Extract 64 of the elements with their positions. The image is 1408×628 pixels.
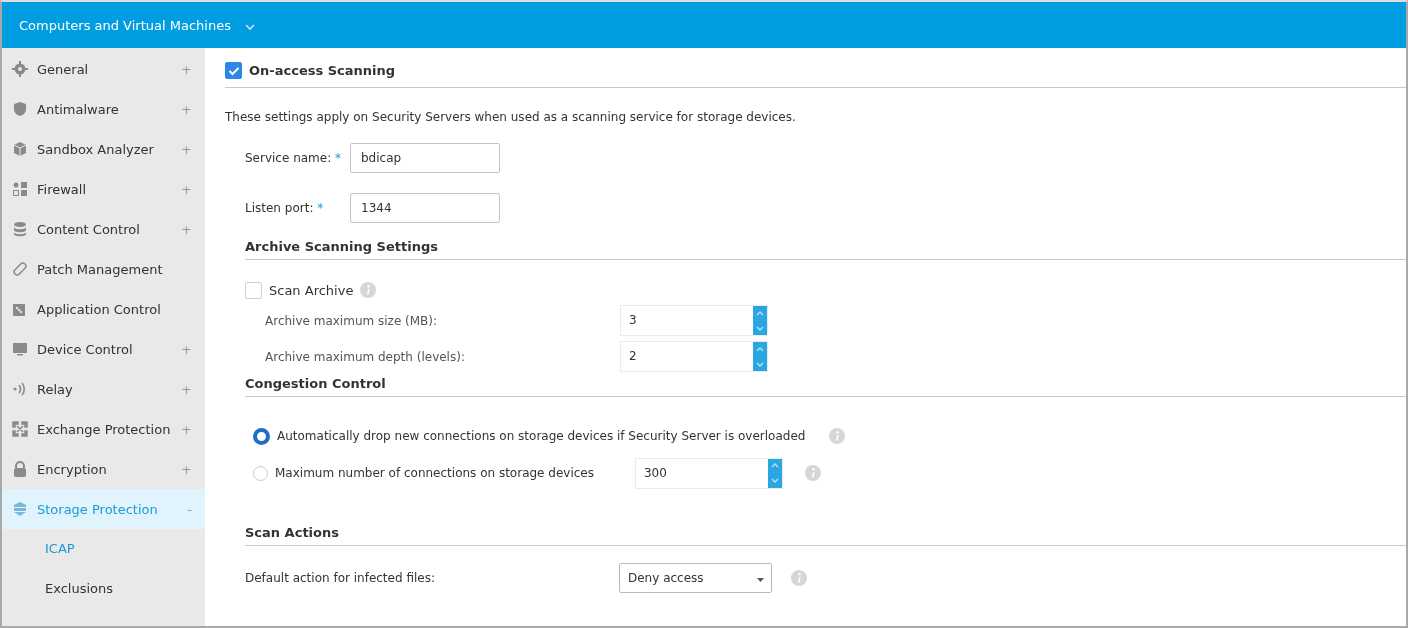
info-icon[interactable] bbox=[805, 465, 821, 481]
radio-label: Maximum number of connections on storage devices bbox=[275, 466, 594, 480]
sidebar-item[interactable]: Application Control bbox=[2, 289, 205, 329]
info-icon[interactable] bbox=[829, 428, 846, 444]
radio-label: Automatically drop new connections on storage devices if Security Server is overloaded bbox=[277, 429, 806, 443]
item-label: Relay bbox=[37, 381, 74, 397]
item-label: Patch Management bbox=[37, 261, 164, 277]
info-icon[interactable] bbox=[360, 282, 377, 298]
arrows-icon bbox=[12, 421, 28, 437]
input-field[interactable]: 1344 bbox=[350, 193, 500, 223]
number-input[interactable]: 3 bbox=[620, 305, 768, 336]
item-label: Exchange Protection bbox=[37, 421, 172, 437]
padlock-icon bbox=[12, 461, 28, 477]
sidebar-item[interactable]: Firewall + bbox=[2, 169, 205, 209]
sidebar-item[interactable]: Sandbox Analyzer + bbox=[2, 129, 205, 169]
description-text: These settings apply on Security Servers when used as a scanning service for storage devices. bbox=[225, 110, 797, 124]
item-label: Storage Protection bbox=[37, 501, 159, 517]
sidebar-item[interactable]: Content Control + bbox=[2, 209, 205, 249]
number-input[interactable]: 300 bbox=[635, 457, 783, 489]
monitor-icon bbox=[12, 341, 28, 357]
blocks-icon bbox=[12, 181, 28, 197]
section-heading: Archive Scanning Settings bbox=[245, 239, 1406, 260]
sidebar-item[interactable]: Relay + bbox=[2, 369, 205, 409]
sidebar-item[interactable]: Encryption + bbox=[2, 449, 205, 489]
sidebar-item[interactable]: Antimalware + bbox=[2, 89, 205, 129]
section-title: Computers and Virtual Machines bbox=[19, 17, 231, 33]
bandage-icon bbox=[12, 261, 28, 277]
dropdown[interactable]: Deny access bbox=[619, 563, 772, 593]
item-label: Sandbox Analyzer bbox=[37, 141, 155, 157]
caret-icon[interactable] bbox=[757, 578, 764, 582]
checkbox-label: Scan Archive bbox=[269, 282, 354, 298]
field-label: Service name: * bbox=[245, 151, 343, 165]
storage-shield-icon bbox=[12, 501, 28, 517]
database-icon bbox=[12, 221, 28, 237]
sidebar-item[interactable]: Exchange Protection + bbox=[2, 409, 205, 449]
cube-icon bbox=[12, 141, 28, 157]
input-field[interactable]: bdicap bbox=[350, 143, 500, 173]
radio-button[interactable] bbox=[253, 427, 270, 445]
checkbox[interactable] bbox=[245, 281, 262, 299]
section-heading: On-access Scanning bbox=[249, 63, 396, 78]
item-label: Content Control bbox=[37, 221, 141, 237]
section-heading: Congestion Control bbox=[245, 376, 1406, 397]
field-label: Default action for infected files: bbox=[245, 571, 436, 585]
item-label: Firewall bbox=[37, 181, 88, 197]
item-label: Antimalware bbox=[37, 101, 120, 117]
sidebar-item[interactable]: Patch Management bbox=[2, 249, 205, 289]
sidebar-item[interactable]: General + bbox=[2, 49, 205, 89]
info-icon[interactable] bbox=[791, 570, 807, 586]
dice-icon bbox=[12, 301, 28, 317]
signal-icon bbox=[12, 381, 28, 397]
section-heading: Scan Actions bbox=[245, 525, 1406, 546]
item-label: Device Control bbox=[37, 341, 134, 357]
field-label: Listen port: * bbox=[245, 201, 325, 215]
chevron-down-icon[interactable] bbox=[244, 23, 255, 31]
shield-icon bbox=[12, 101, 28, 117]
number-input[interactable]: 2 bbox=[620, 341, 768, 372]
sidebar-item[interactable]: Device Control + bbox=[2, 329, 205, 369]
field-label: Archive maximum size (MB): bbox=[265, 313, 439, 328]
item-label: General bbox=[37, 61, 90, 77]
sidebar-subitem[interactable]: Exclusions bbox=[2, 569, 205, 609]
item-label: Encryption bbox=[37, 461, 108, 477]
field-label: Archive maximum depth (levels): bbox=[265, 349, 466, 364]
item-label: Application Control bbox=[37, 301, 162, 317]
checkbox[interactable] bbox=[225, 62, 242, 79]
